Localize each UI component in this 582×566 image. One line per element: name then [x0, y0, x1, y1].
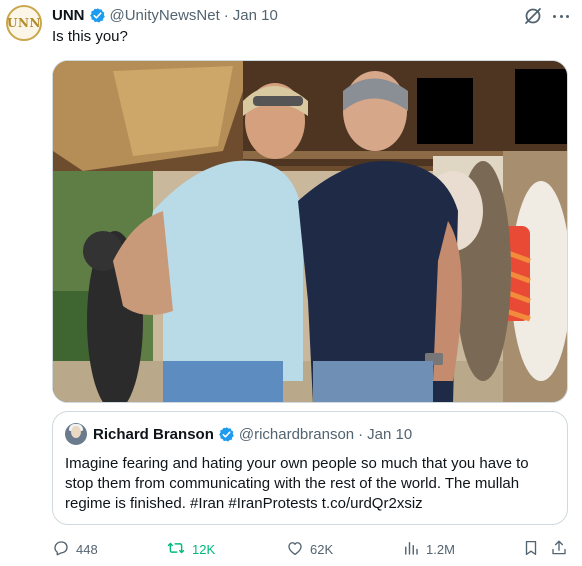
tweet-photo[interactable] [52, 60, 568, 403]
bookmark-icon [522, 539, 546, 560]
quoted-header: Richard Branson @richardbranson · Jan 10 [65, 422, 555, 446]
author-name[interactable]: UNN [52, 7, 85, 24]
share-button[interactable] [550, 537, 574, 561]
like-icon [286, 539, 310, 560]
quoted-date: Jan 10 [367, 425, 413, 443]
repost-icon [166, 539, 192, 560]
like-count: 62K [310, 541, 334, 557]
quoted-author-handle: @richardbranson [238, 425, 355, 443]
views-count: 1.2M [426, 541, 455, 557]
reply-count: 448 [76, 541, 98, 557]
more-icon[interactable] [550, 6, 572, 26]
views-icon [402, 539, 426, 560]
bookmark-button[interactable] [522, 537, 546, 561]
grok-icon[interactable] [523, 6, 543, 26]
quoted-avatar [65, 423, 87, 445]
quoted-tweet[interactable]: Richard Branson @richardbranson · Jan 10… [52, 411, 568, 525]
tweet-date[interactable]: Jan 10 [233, 7, 278, 24]
reply-icon [52, 539, 76, 560]
quoted-author-name: Richard Branson [93, 425, 214, 443]
quoted-separator: · [358, 425, 364, 443]
author-handle[interactable]: @UnityNewsNet [110, 7, 220, 24]
header-separator: · [223, 6, 229, 24]
avatar-logo-text: UNN [7, 16, 41, 30]
views-button[interactable]: 1.2M [402, 537, 455, 561]
like-button[interactable]: 62K [286, 537, 333, 561]
reply-button[interactable]: 448 [52, 537, 98, 561]
tweet-text: Is this you? [52, 28, 128, 45]
action-bar: 448 12K 62K 1.2M [52, 537, 572, 561]
repost-button[interactable]: 12K [166, 537, 215, 561]
author-avatar[interactable]: UNN [6, 5, 42, 41]
verified-icon [89, 7, 106, 24]
verified-icon [218, 426, 235, 443]
tweet-header: UNN @UnityNewsNet · Jan 10 [52, 5, 278, 25]
share-icon [550, 539, 574, 560]
quoted-text: Imagine fearing and hating your own peop… [65, 455, 529, 512]
repost-count: 12K [192, 541, 216, 557]
